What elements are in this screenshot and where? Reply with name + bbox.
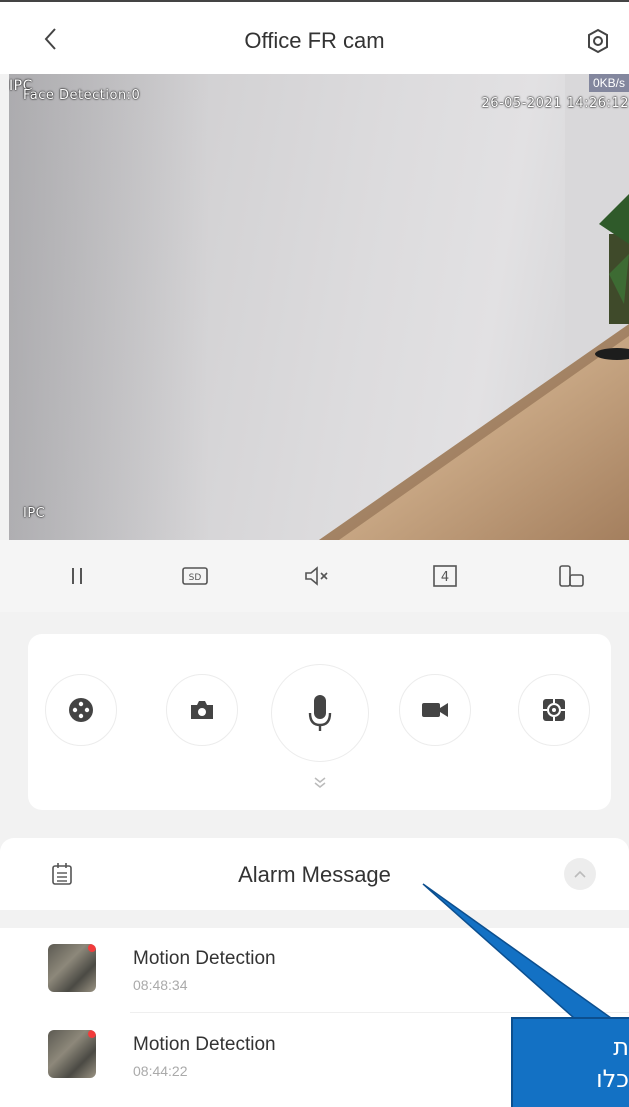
pause-icon — [72, 568, 82, 584]
alarm-section-header: Alarm Message — [0, 838, 629, 910]
collapse-alarm-button[interactable] — [564, 858, 596, 890]
video-scene — [319, 74, 629, 540]
alarm-time: 08:48:34 — [133, 977, 188, 993]
osd-bitrate: 0KB/s — [588, 74, 629, 92]
record-button[interactable] — [399, 674, 471, 746]
sd-label: SD — [189, 573, 202, 583]
alarm-thumbnail — [48, 1030, 96, 1078]
callout-line-1: ת — [613, 1033, 629, 1061]
alarm-time: 08:44:22 — [133, 1063, 188, 1079]
fullscreen-button[interactable] — [556, 562, 586, 590]
osd-face-detection: Face Detection:0 — [23, 88, 141, 103]
page-title: Office FR cam — [244, 28, 385, 53]
chevron-double-down-icon — [314, 777, 326, 788]
sd-quality-icon: SD — [182, 567, 208, 585]
settings-button[interactable] — [585, 28, 611, 54]
ptz-button[interactable] — [45, 674, 117, 746]
talk-button[interactable] — [271, 664, 369, 762]
mute-icon — [305, 566, 328, 586]
split-screen-button[interactable]: 4 — [430, 562, 460, 590]
alarm-section-title: Alarm Message — [238, 862, 391, 887]
list-divider — [130, 1012, 629, 1013]
snapshot-camera-icon — [191, 701, 213, 719]
osd-timestamp: 26-05-2021 14:26:12 — [481, 96, 629, 111]
split-label: 4 — [441, 570, 449, 585]
ptz-icon — [69, 698, 93, 722]
control-panel — [28, 634, 611, 810]
settings-icon — [588, 28, 608, 54]
alarm-thumbnail — [48, 944, 96, 992]
chevron-up-icon — [574, 870, 586, 878]
live-video-feed[interactable]: IPC Face Detection:0 26-05-2021 14:26:12… — [9, 74, 629, 540]
expand-controls-button[interactable] — [311, 774, 329, 792]
alarm-type: Motion Detection — [133, 948, 276, 969]
snapshot-button[interactable] — [166, 674, 238, 746]
record-video-icon — [422, 703, 448, 717]
fisheye-icon — [543, 699, 565, 721]
video-toolbar: SD 4 — [0, 540, 629, 612]
fisheye-button[interactable] — [518, 674, 590, 746]
fullscreen-rotate-icon — [559, 565, 584, 587]
unread-badge — [88, 944, 96, 952]
annotation-callout: ת כלו — [511, 1017, 629, 1107]
pause-button[interactable] — [62, 562, 92, 590]
mute-button[interactable] — [302, 562, 332, 590]
unread-badge — [88, 1030, 96, 1038]
split-4-icon: 4 — [433, 565, 457, 587]
alarm-list-item[interactable]: Motion Detection 08:48:34 — [0, 928, 629, 1013]
top-bar: Office FR cam — [0, 2, 629, 74]
quality-button[interactable]: SD — [180, 562, 210, 590]
callout-line-2: כלו — [596, 1065, 629, 1093]
alarm-type: Motion Detection — [133, 1034, 276, 1055]
microphone-icon — [308, 695, 332, 731]
osd-bottom-label: IPC — [23, 506, 46, 521]
